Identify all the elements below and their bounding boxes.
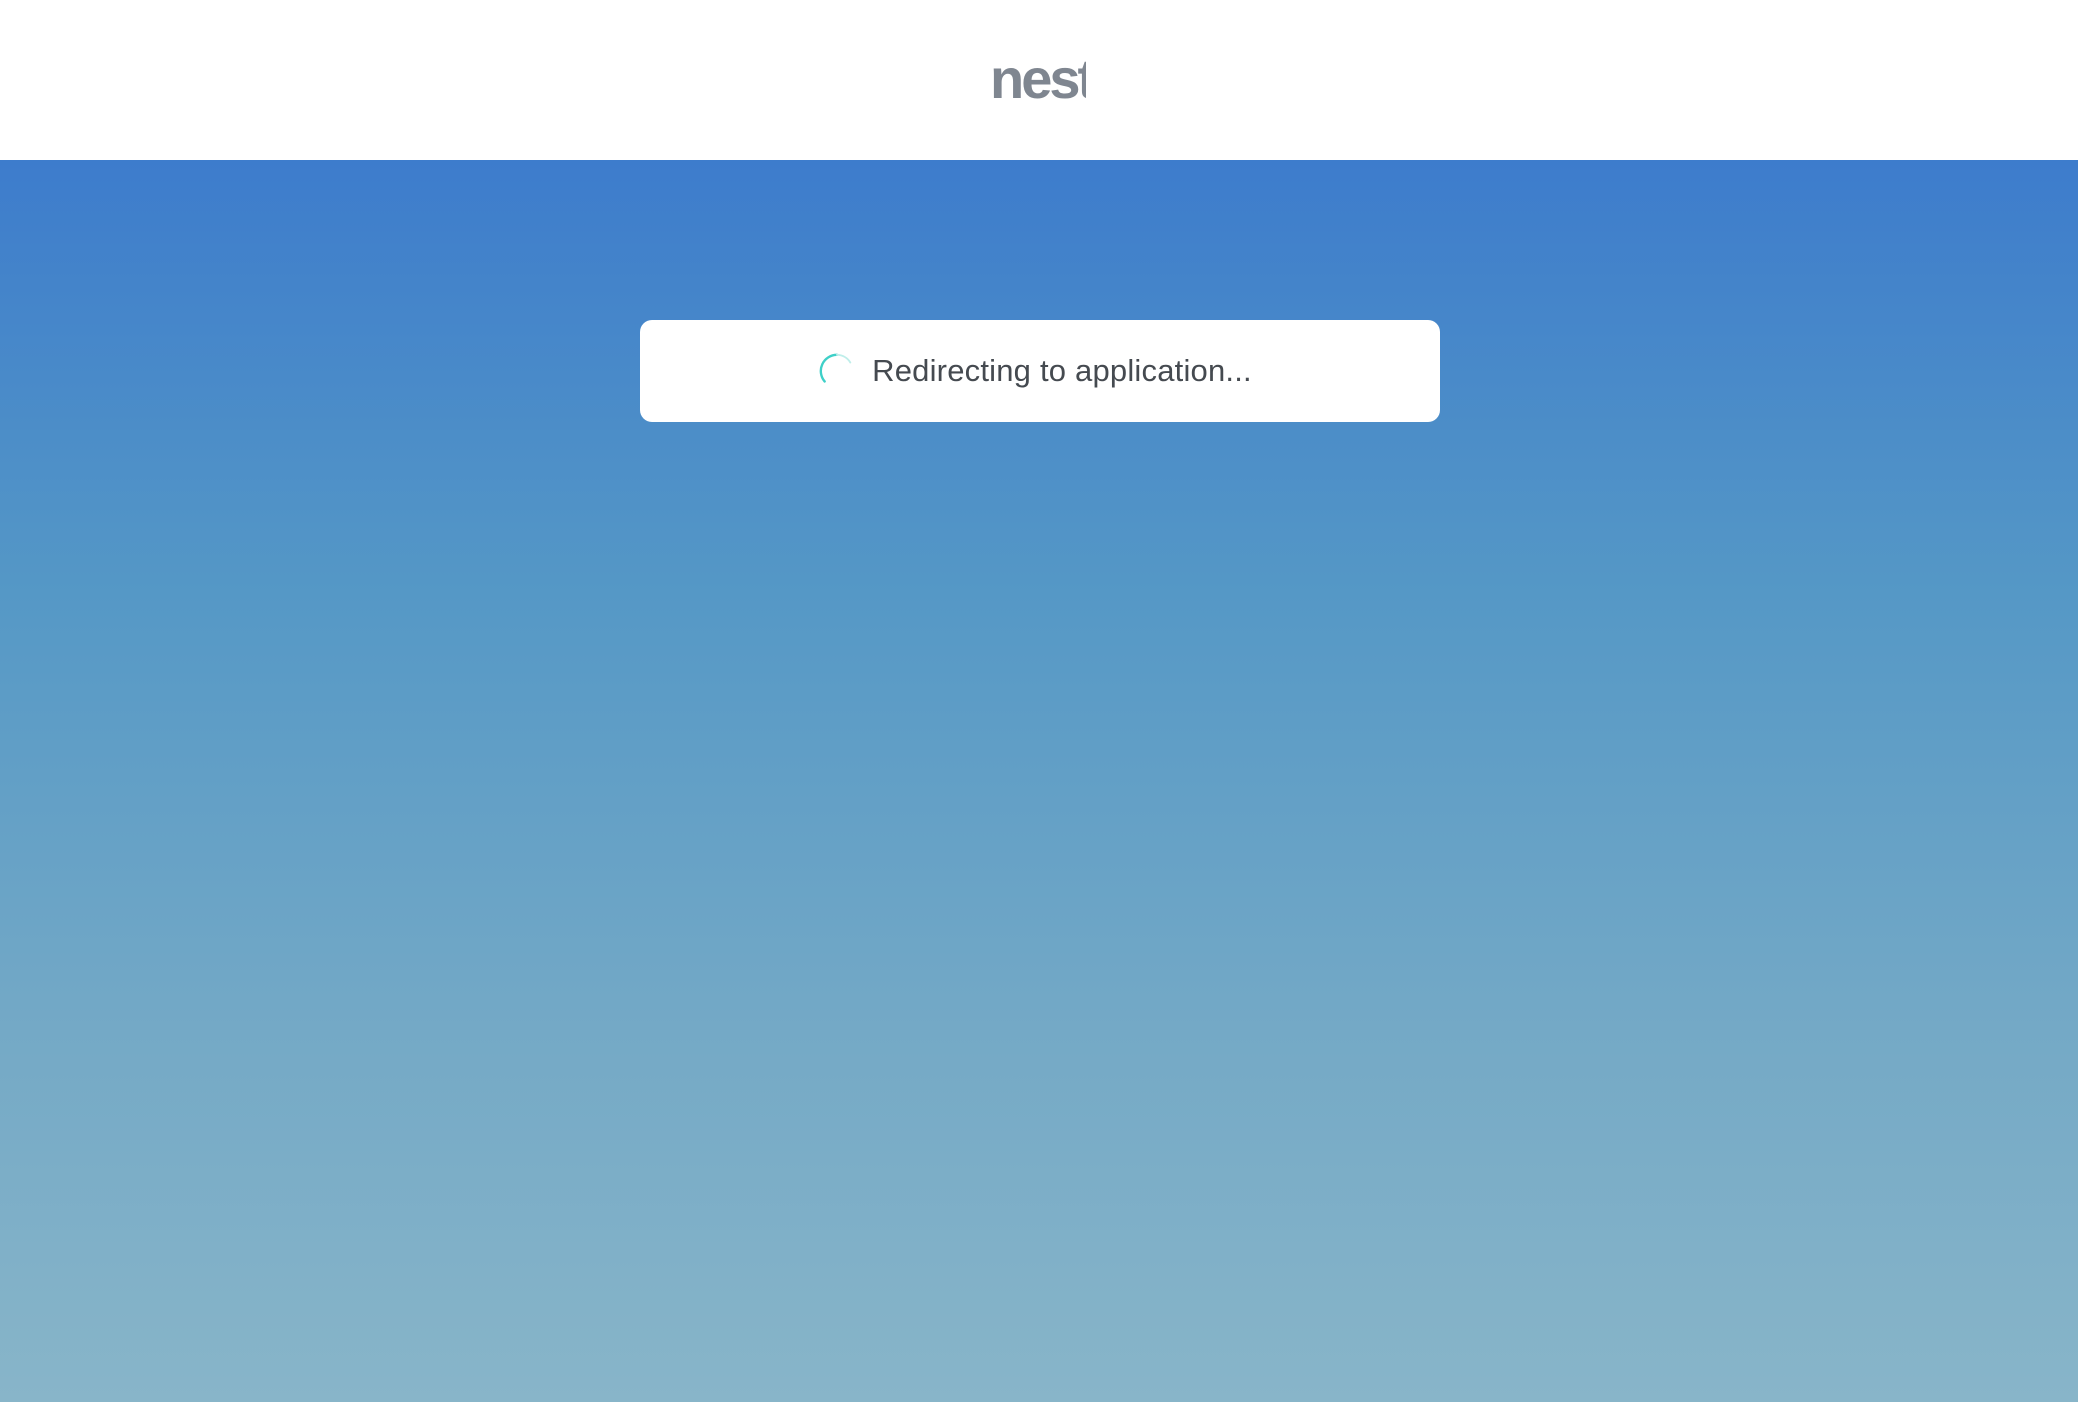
nest-logo-graphic: nest	[990, 50, 1086, 108]
svg-text:nest: nest	[990, 50, 1086, 108]
loading-spinner-icon	[819, 353, 852, 383]
redirect-message: Redirecting to application...	[872, 353, 1252, 388]
header: nest	[0, 0, 2078, 160]
nest-logo: nest	[990, 50, 1086, 108]
main-background: Redirecting to application...	[0, 160, 2078, 1402]
redirect-status-card: Redirecting to application...	[640, 320, 1440, 422]
